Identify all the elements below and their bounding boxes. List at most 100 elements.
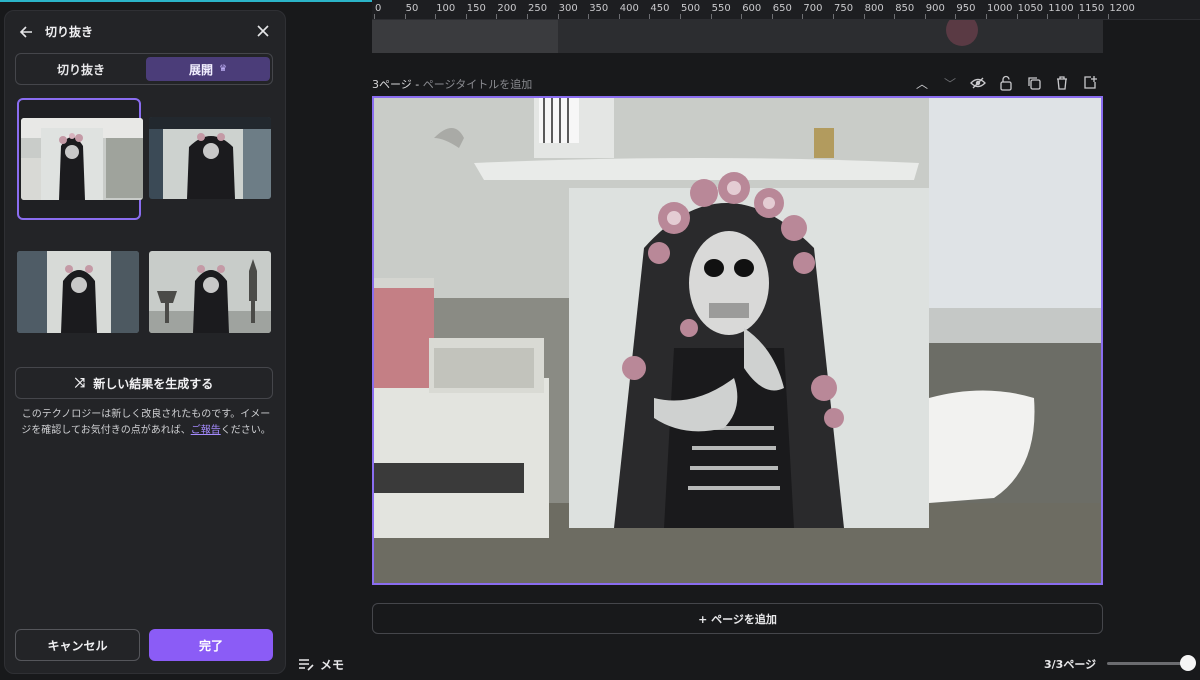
ruler-tick-label: 250 xyxy=(528,3,548,14)
ruler-tick-label: 350 xyxy=(589,3,609,14)
lock-icon[interactable] xyxy=(997,74,1015,92)
ruler-tick-label: 1150 xyxy=(1078,3,1105,14)
add-page-icon[interactable] xyxy=(1081,74,1099,92)
ruler-tick-mark xyxy=(649,14,651,19)
tab-expand[interactable]: 展開 ♛ xyxy=(146,57,270,81)
ruler-tick-mark xyxy=(741,14,743,19)
ruler-tick-label: 450 xyxy=(650,3,670,14)
done-button[interactable]: 完了 xyxy=(149,629,273,661)
notes-icon xyxy=(299,658,314,671)
tab-expand-label: 展開 xyxy=(188,62,213,77)
ruler-tick-label: 400 xyxy=(619,3,639,14)
ruler-tick-label: 300 xyxy=(558,3,578,14)
generate-label: 新しい結果を生成する xyxy=(93,376,214,391)
memo-label: メモ xyxy=(320,658,345,672)
ruler-tick-mark xyxy=(374,14,375,19)
design-canvas[interactable] xyxy=(372,96,1103,585)
done-label: 完了 xyxy=(198,638,223,653)
ruler-tick-mark xyxy=(863,14,865,19)
ruler-tick-label: 600 xyxy=(742,3,762,14)
ruler-tick-label: 200 xyxy=(497,3,517,14)
previous-page-preview[interactable] xyxy=(372,20,1103,53)
ruler-tick-mark xyxy=(771,14,773,19)
thumbnail-image xyxy=(149,251,271,333)
ruler-tick-mark xyxy=(496,14,498,19)
page-title-placeholder[interactable]: ページタイトルを追加 xyxy=(423,78,533,91)
crop-panel: 切り抜き 切り抜き 展開 ♛ ⤨ 新しい結果を生成する このテクノロジーは新しく… xyxy=(4,10,286,674)
ruler-tick-mark xyxy=(557,14,559,19)
cancel-button[interactable]: キャンセル xyxy=(15,629,140,661)
add-page-button[interactable]: + ページを追加 xyxy=(372,603,1103,634)
tab-crop[interactable]: 切り抜き xyxy=(20,57,142,81)
horizontal-ruler: 0 50 100 150 200 250 300 350 400 450 500 550 600 650 7… xyxy=(372,0,1200,20)
hide-eye-icon[interactable] xyxy=(969,74,987,92)
back-arrow-icon[interactable] xyxy=(17,23,35,41)
ruler-tick-mark xyxy=(435,14,437,19)
ruler-tick-label: 500 xyxy=(681,3,701,14)
result-thumbnail-3[interactable] xyxy=(17,251,139,333)
ruler-tick-label: 1050 xyxy=(1017,3,1044,14)
ruler-tick-mark xyxy=(527,14,528,19)
result-thumbnail-4[interactable] xyxy=(149,251,271,333)
ruler-tick-label: 100 xyxy=(436,3,456,14)
zoom-slider-handle[interactable] xyxy=(1180,655,1196,671)
close-icon[interactable] xyxy=(255,23,271,39)
thumbnail-image xyxy=(17,251,139,333)
ruler-tick-mark xyxy=(1047,14,1049,19)
result-thumbnail-2[interactable] xyxy=(149,117,271,199)
page-count[interactable]: 3/3ページ xyxy=(1044,656,1096,672)
ruler-tick-mark xyxy=(680,14,681,19)
ruler-tick-mark xyxy=(1077,14,1079,19)
ruler-tick-label: 1000 xyxy=(987,3,1013,14)
ruler-tick-mark xyxy=(404,14,406,19)
ruler-tick-label: 750 xyxy=(834,3,854,14)
ruler-tick-label: 1100 xyxy=(1048,3,1074,14)
ruler-tick-label: 900 xyxy=(925,3,945,14)
cancel-label: キャンセル xyxy=(47,638,108,653)
ruler-tick-mark xyxy=(465,14,467,19)
ruler-tick-mark xyxy=(894,14,896,19)
ruler-tick-mark xyxy=(955,14,957,19)
expanded-artwork-image xyxy=(374,98,1101,583)
ruler-tick-mark xyxy=(924,14,926,19)
thumbnail-image xyxy=(149,117,271,199)
bottom-bar: メモ 3/3ページ xyxy=(290,648,1200,680)
ruler-tick-mark xyxy=(833,14,834,19)
duplicate-icon[interactable] xyxy=(1025,74,1043,92)
ruler-tick-mark xyxy=(588,14,590,19)
ruler-tick-label: 950 xyxy=(956,3,976,14)
ruler-tick-label: 800 xyxy=(864,3,884,14)
shuffle-icon: ⤨ xyxy=(74,375,86,391)
page-number-label: 3ページ - xyxy=(372,78,423,91)
ruler-tick-label: 850 xyxy=(895,3,915,14)
ruler-tick-label: 0 xyxy=(375,3,382,14)
memo-button[interactable]: メモ xyxy=(298,656,344,673)
ruler-tick-label: 1200 xyxy=(1109,3,1135,14)
ruler-tick-label: 50 xyxy=(405,3,419,14)
zoom-slider-track[interactable] xyxy=(1107,662,1187,665)
ruler-tick-label: 150 xyxy=(466,3,486,14)
feedback-note: このテクノロジーは新しく改良されたものです。イメージを確認してお気付きの点があれ… xyxy=(17,407,275,439)
previous-page-image xyxy=(372,20,1103,53)
report-link[interactable]: ご報告 xyxy=(191,425,221,436)
trash-icon[interactable] xyxy=(1053,74,1071,92)
note-tail: ください。 xyxy=(220,425,271,436)
add-page-label: + ページを追加 xyxy=(698,612,777,626)
ruler-tick-mark xyxy=(802,14,804,19)
crown-icon: ♛ xyxy=(218,64,228,74)
panel-title: 切り抜き xyxy=(45,25,94,39)
generate-new-results-button[interactable]: ⤨ 新しい結果を生成する xyxy=(15,367,273,399)
ruler-tick-label: 550 xyxy=(711,3,731,14)
chevron-down-icon[interactable]: ﹀ xyxy=(941,74,959,92)
ruler-tick-mark xyxy=(1108,14,1110,19)
tab-crop-label: 切り抜き xyxy=(56,62,105,77)
ruler-tick-label: 700 xyxy=(803,3,823,14)
panel-header: 切り抜き xyxy=(5,11,285,51)
chevron-up-icon[interactable]: ︿ xyxy=(913,74,931,92)
page-title-row[interactable]: 3ページ - ページタイトルを追加 xyxy=(372,76,532,92)
ruler-tick-mark xyxy=(986,14,987,19)
result-thumbnail-1[interactable] xyxy=(17,98,143,220)
thumbnail-image xyxy=(21,118,143,200)
mode-toggle: 切り抜き 展開 ♛ xyxy=(15,53,273,85)
ruler-tick-mark xyxy=(618,14,620,19)
